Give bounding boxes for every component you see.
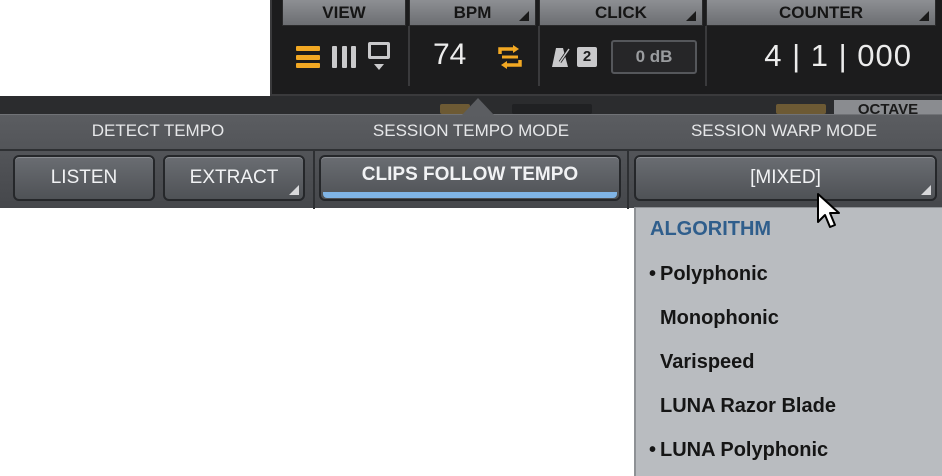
click-header-label: CLICK <box>595 3 647 22</box>
tempo-follow-icon[interactable] <box>497 44 523 70</box>
menu-item-label: LUNA Polyphonic <box>660 439 829 461</box>
click-count-badge[interactable]: 2 <box>577 47 597 67</box>
listen-button[interactable]: LISTEN <box>13 155 155 201</box>
menu-header: ALGORITHM <box>650 218 772 240</box>
dropdown-corner-icon <box>519 11 529 21</box>
dropdown-corner-icon <box>686 11 696 21</box>
octave-tab[interactable]: OCTAVE <box>834 100 942 114</box>
warp-algorithm-menu: ALGORITHM • Polyphonic Monophonic Varispe… <box>634 207 942 476</box>
clips-follow-tempo-button[interactable]: CLIPS FOLLOW TEMPO <box>319 155 621 201</box>
tempo-panel: DETECT TEMPO SESSION TEMPO MODE SESSION … <box>0 114 942 209</box>
extract-button[interactable]: EXTRACT <box>163 155 305 201</box>
panel-pointer <box>462 98 494 115</box>
menu-item-label: Varispeed <box>660 351 755 373</box>
bpm-header[interactable]: BPM <box>409 0 536 26</box>
rows-view-icon[interactable] <box>296 46 320 68</box>
counter-header-label: COUNTER <box>778 3 864 22</box>
click-level-field[interactable]: 0 dB <box>611 40 697 74</box>
extract-button-label: EXTRACT <box>189 167 279 188</box>
pointer-cursor-icon <box>817 193 840 228</box>
metronome-icon[interactable] <box>551 46 571 68</box>
hidden-tab[interactable] <box>776 104 826 114</box>
click-header[interactable]: CLICK <box>539 0 703 26</box>
bpm-section: BPM 74 <box>409 0 536 92</box>
view-header: VIEW <box>282 0 406 26</box>
menu-item-varispeed[interactable]: Varispeed <box>636 342 942 382</box>
bpm-value[interactable]: 74 <box>433 38 466 72</box>
dropdown-corner-icon <box>289 185 299 195</box>
menu-item-label: LUNA Razor Blade <box>660 395 836 417</box>
screen-view-icon[interactable] <box>368 42 390 72</box>
menu-item-polyphonic[interactable]: • Polyphonic <box>636 254 942 294</box>
warp-mode-dropdown[interactable]: [MIXED] <box>634 155 937 201</box>
menu-item-luna-razor-blade[interactable]: LUNA Razor Blade <box>636 386 942 426</box>
divider <box>627 151 629 209</box>
view-section: VIEW <box>282 0 406 92</box>
counter-value[interactable]: 4 | 1 | 000 <box>764 38 912 74</box>
counter-header[interactable]: COUNTER <box>706 0 936 26</box>
divider <box>0 149 942 151</box>
selected-bullet: • <box>648 439 656 461</box>
session-tempo-mode-label: SESSION TEMPO MODE <box>372 121 570 140</box>
menu-item-monophonic[interactable]: Monophonic <box>636 298 942 338</box>
clips-follow-tempo-label: CLIPS FOLLOW TEMPO <box>361 164 579 185</box>
menu-item-luna-polyphonic[interactable]: • LUNA Polyphonic <box>636 430 942 470</box>
menu-item-label: Polyphonic <box>660 263 768 285</box>
menu-item-label: Monophonic <box>660 307 779 329</box>
selected-bullet: • <box>648 263 656 285</box>
divider <box>313 151 315 209</box>
click-section: CLICK 2 0 dB <box>539 0 703 92</box>
dropdown-corner-icon <box>919 11 929 21</box>
detect-tempo-label: DETECT TEMPO <box>91 121 225 140</box>
warp-mode-value: [MIXED] <box>750 167 821 188</box>
dropdown-corner-icon <box>921 185 931 195</box>
session-warp-mode-label: SESSION WARP MODE <box>690 121 878 140</box>
transport-bar: VIEW BPM 74 CLICK 2 0 dB COUNTER 4 | 1 |… <box>270 0 942 96</box>
columns-view-icon[interactable] <box>332 46 356 68</box>
counter-section: COUNTER 4 | 1 | 000 <box>706 0 936 92</box>
hidden-tab[interactable] <box>512 104 592 114</box>
bpm-header-label: BPM <box>453 3 492 22</box>
active-indicator <box>323 192 617 198</box>
